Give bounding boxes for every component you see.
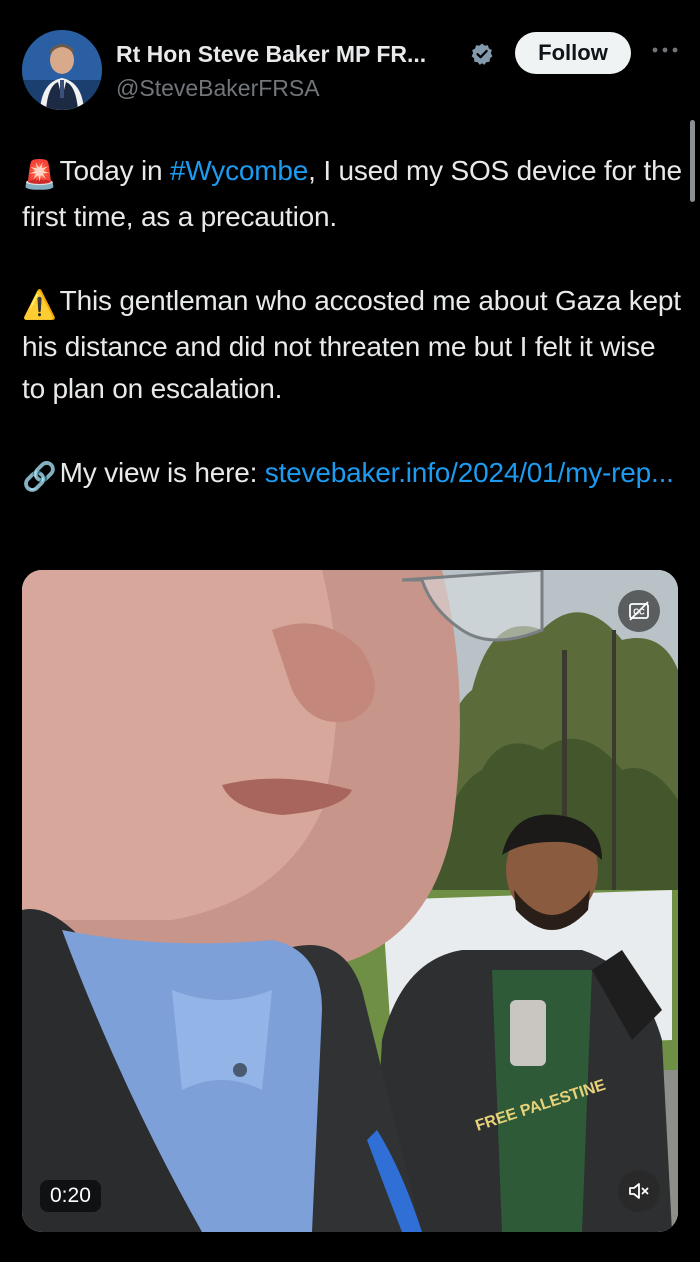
avatar[interactable] bbox=[22, 30, 102, 110]
tweet-text: 🚨 Today in #Wycombe, I used my SOS device… bbox=[22, 150, 682, 498]
verified-badge-icon bbox=[471, 43, 493, 65]
muted-speaker-icon[interactable] bbox=[618, 1170, 660, 1212]
tweet-paragraph-1: 🚨 Today in #Wycombe, I used my SOS device… bbox=[22, 155, 682, 232]
external-link[interactable]: stevebaker.info/2024/01/my-rep... bbox=[265, 457, 674, 488]
video-duration: 0:20 bbox=[40, 1180, 101, 1212]
link-emoji-icon: 🔗 bbox=[22, 461, 57, 492]
video-player[interactable]: FREE PALESTINE CC 0:20 bbox=[22, 570, 678, 1232]
scrollbar-thumb[interactable] bbox=[690, 120, 695, 202]
author-name[interactable]: Rt Hon Steve Baker MP FR... bbox=[116, 41, 426, 68]
author-handle[interactable]: @SteveBakerFRSA bbox=[116, 75, 320, 102]
siren-emoji-icon: 🚨 bbox=[22, 159, 57, 190]
warning-emoji-icon: ⚠️ bbox=[22, 289, 57, 320]
more-dots-icon[interactable] bbox=[650, 40, 680, 60]
tweet-paragraph-3: 🔗 My view is here: stevebaker.info/2024/0… bbox=[22, 452, 682, 498]
follow-button[interactable]: Follow bbox=[515, 32, 631, 74]
tweet-paragraph-2: ⚠️ This gentleman who accosted me about G… bbox=[22, 285, 681, 404]
tweet-header: Rt Hon Steve Baker MP FR... @SteveBakerF… bbox=[22, 28, 682, 112]
hashtag-link[interactable]: #Wycombe bbox=[170, 155, 308, 186]
video-frame: FREE PALESTINE bbox=[22, 570, 678, 1232]
closed-captions-off-icon[interactable]: CC bbox=[618, 590, 660, 632]
